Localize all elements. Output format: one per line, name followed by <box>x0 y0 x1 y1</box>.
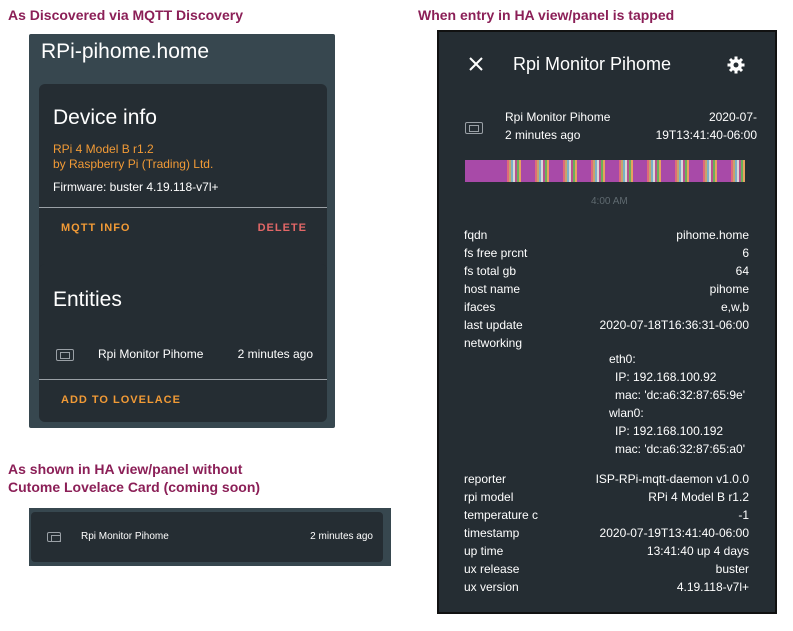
device-manufacturer: by Raspberry Pi (Trading) Ltd. <box>53 157 214 171</box>
mini-entity-row[interactable]: Rpi Monitor Pihome 2 minutes ago <box>31 512 383 562</box>
attr-value: 13:41:40 up 4 days <box>646 544 749 558</box>
attr-value: pihome.home <box>676 228 749 242</box>
chip-icon <box>47 532 61 542</box>
net-wlan0: wlan0: <box>609 406 644 420</box>
entities-heading: Entities <box>53 288 122 311</box>
attr-value: 4.19.118-v7l+ <box>676 580 749 594</box>
attr-key: host name <box>464 282 521 296</box>
caption-discovered: As Discovered via MQTT Discovery <box>8 7 243 23</box>
add-to-lovelace-button[interactable]: ADD TO LOVELACE <box>61 394 181 406</box>
attr-key: ux release <box>464 562 520 576</box>
attr-value: 2020-07-18T16:36:31-06:00 <box>599 318 749 332</box>
history-time-label: 4:00 AM <box>591 196 628 207</box>
delete-button[interactable]: DELETE <box>258 222 307 234</box>
device-info-heading: Device info <box>53 106 157 129</box>
device-model: RPi 4 Model B r1.2 <box>53 142 154 156</box>
attr-key: fs free prcnt <box>464 246 528 260</box>
attr-key: reporter <box>464 472 507 486</box>
history-timeline[interactable] <box>465 160 745 182</box>
attr-value: 2020-07-19T13:41:40-06:00 <box>599 526 749 540</box>
attr-key: timestamp <box>464 526 520 540</box>
net-eth0: eth0: <box>609 352 636 366</box>
dialog-topbar: Rpi Monitor Pihome <box>439 32 775 96</box>
attr-key: temperature c <box>464 508 539 522</box>
divider <box>39 207 327 208</box>
chip-icon <box>465 122 483 134</box>
attr-value: ISP-RPi-mqtt-daemon v1.0.0 <box>595 472 749 486</box>
attr-key: ux version <box>464 580 519 594</box>
net-eth0-mac: mac: 'dc:a6:32:87:65:9e' <box>615 388 746 402</box>
mini-entity-state: 2 minutes ago <box>310 531 373 542</box>
attr-key: ifaces <box>464 300 496 314</box>
attr-value: 64 <box>735 264 749 278</box>
divider <box>39 379 327 380</box>
net-wlan0-mac: mac: 'dc:a6:32:87:65:a0' <box>615 442 746 456</box>
attr-value: pihome <box>709 282 749 296</box>
device-firmware: Firmware: buster 4.19.118-v7l+ <box>53 180 219 194</box>
popup-timestamp-line1: 2020-07- <box>708 110 757 124</box>
entities-card: Entities Rpi Monitor Pihome 2 minutes ag… <box>39 264 327 422</box>
caption-shown-line1: As shown in HA view/panel without <box>8 461 243 477</box>
chip-icon <box>56 349 74 361</box>
attr-value: -1 <box>738 508 749 522</box>
popup-entity-state: 2 minutes ago <box>505 128 581 142</box>
attr-key: rpi model <box>464 490 514 504</box>
attr-key: fqdn <box>464 228 488 242</box>
history-timeline-segment <box>465 160 499 182</box>
popup-entity-name: Rpi Monitor Pihome <box>505 110 611 124</box>
close-icon[interactable] <box>469 57 483 71</box>
popup-timestamp-line2: 19T13:41:40-06:00 <box>655 128 757 142</box>
attr-value: RPi 4 Model B r1.2 <box>648 490 749 504</box>
attr-key: networking <box>464 336 523 350</box>
attr-value: e,w,b <box>720 300 749 314</box>
mini-entity-name: Rpi Monitor Pihome <box>81 531 169 542</box>
net-eth0-ip: IP: 192.168.100.92 <box>615 370 717 384</box>
caption-shown-line2: Cutome Lovelace Card (coming soon) <box>8 479 261 495</box>
mqtt-info-button[interactable]: MQTT INFO <box>61 222 131 234</box>
attr-value: 6 <box>742 246 749 260</box>
ha-view-panel: Rpi Monitor Pihome 2 minutes ago <box>29 508 391 566</box>
net-wlan0-ip: IP: 192.168.100.192 <box>615 424 724 438</box>
gear-icon[interactable] <box>727 56 745 74</box>
more-info-dialog: Rpi Monitor Pihome Rpi Monitor Pihome 2 … <box>437 30 777 614</box>
device-panel: RPi-pihome.home Device info RPi 4 Model … <box>29 34 335 428</box>
entity-name: Rpi Monitor Pihome <box>98 347 204 361</box>
attr-key: up time <box>464 544 504 558</box>
attr-value: buster <box>715 562 749 576</box>
attr-key: last update <box>464 318 523 332</box>
dialog-title: Rpi Monitor Pihome <box>513 54 672 74</box>
caption-tapped: When entry in HA view/panel is tapped <box>418 7 675 23</box>
attr-key: fs total gb <box>464 264 517 278</box>
device-info-card: Device info RPi 4 Model B r1.2 by Raspbe… <box>39 84 327 280</box>
entity-state: 2 minutes ago <box>237 347 313 361</box>
device-title: RPi-pihome.home <box>41 40 210 63</box>
